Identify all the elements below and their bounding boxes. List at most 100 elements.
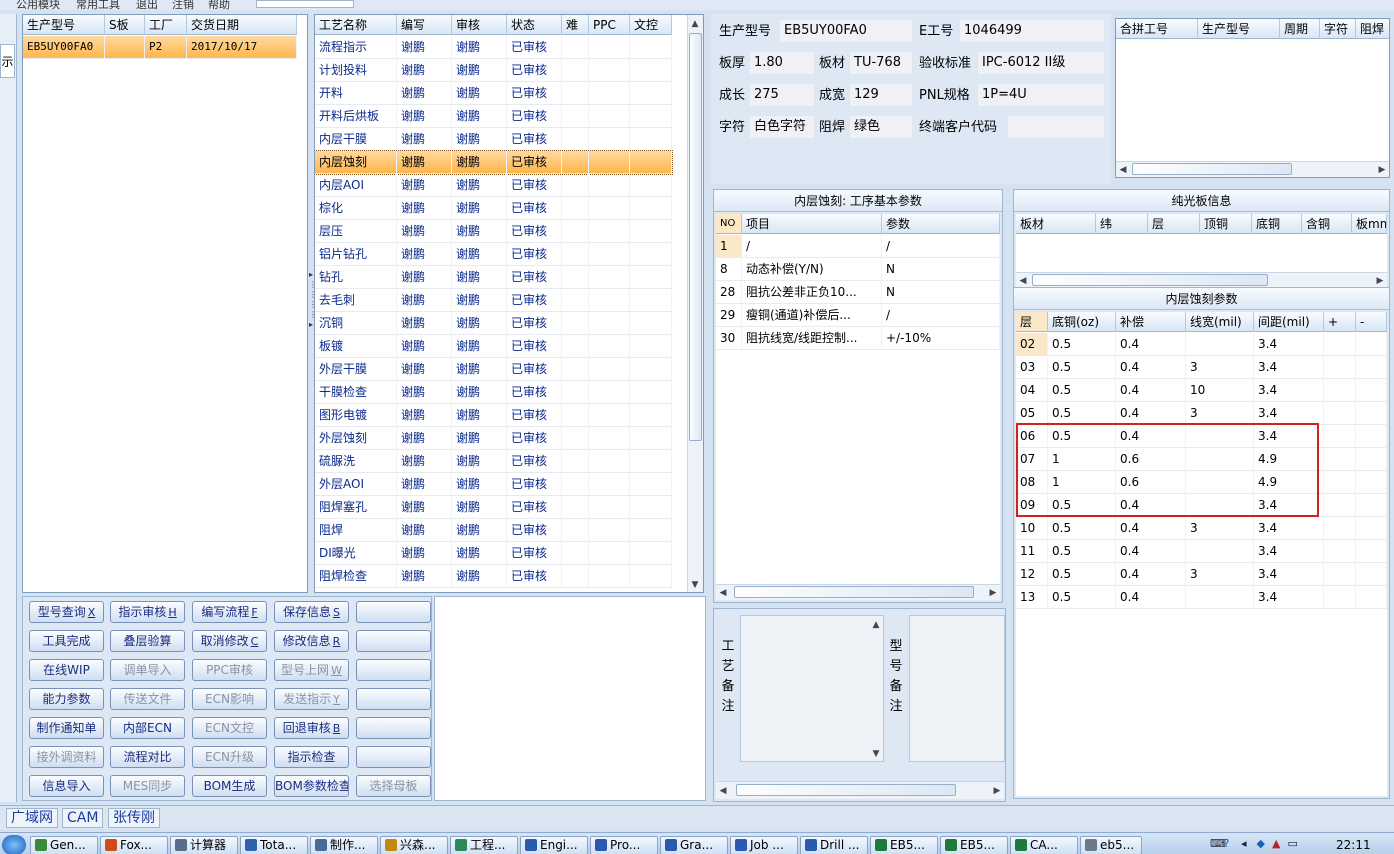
order-col-header[interactable]: 交货日期 [187,15,297,35]
action-button[interactable]: MES同步 [110,775,185,797]
params-row[interactable]: 28 阻抗公差非正负10... N [716,281,1000,304]
action-button[interactable]: 内部ECN [110,717,185,739]
action-button[interactable]: 修改信息 R [274,630,349,652]
taskbar-task[interactable]: 兴森... [380,836,448,854]
params-col-header[interactable]: 项目 [742,214,882,234]
scroll-down-arrow[interactable]: ▼ [688,578,702,592]
params-row[interactable]: 29 瘦铜(通道)补偿后... / [716,304,1000,327]
scroll-left-arrow[interactable]: ◀ [716,586,730,600]
taskbar-task[interactable]: Pro... [590,836,658,854]
scroll-right-arrow[interactable]: ▶ [1375,163,1389,177]
display-icon[interactable]: ▭ [1288,837,1300,850]
process-remark-field[interactable]: ▲ ▼ [740,615,884,762]
action-button[interactable]: 指示检查 [274,746,349,768]
params-row[interactable]: 8 动态补偿(Y/N) N [716,258,1000,281]
volume-icon[interactable]: ◂ [1241,837,1253,850]
process-col-header[interactable]: 文控 [630,15,672,35]
params-row[interactable]: 30 阻抗线宽/线距控制... +/-10% [716,327,1000,350]
action-button[interactable]: 指示审核 H [110,601,185,623]
process-row[interactable]: 图形电镀 谢鹏 谢鹏 已审核 [315,404,672,427]
action-button[interactable]: 编写流程 F [192,601,267,623]
action-button[interactable] [356,601,431,623]
action-button[interactable] [356,688,431,710]
etch-row[interactable]: 13 0.5 0.4 3.4 [1016,586,1387,609]
etch-col-header[interactable]: 间距(mil) [1254,312,1324,332]
standard-field[interactable]: IPC-6012 II级 [977,51,1105,75]
taskbar-task[interactable]: Tota... [240,836,308,854]
process-row[interactable]: 板镀 谢鹏 谢鹏 已审核 [315,335,672,358]
params-col-header[interactable]: 参数 [882,214,1000,234]
menu-item-exit[interactable]: 退出 [136,0,158,10]
process-col-header[interactable]: 状态 [507,15,562,35]
warning-icon[interactable]: ▲ [1272,837,1284,850]
process-col-header[interactable]: PPC [589,15,630,35]
order-col-header[interactable]: 生产型号 [23,15,105,35]
etch-col-header[interactable]: - [1356,312,1387,332]
taskbar-task[interactable]: 计算器 [170,836,238,854]
process-row[interactable]: 硫脲洗 谢鹏 谢鹏 已审核 [315,450,672,473]
scroll-down-arrow[interactable]: ▼ [869,747,883,761]
char-field[interactable]: 白色字符 [749,115,815,139]
scroll-left-arrow[interactable]: ◀ [1116,163,1130,177]
etch-row[interactable]: 04 0.5 0.4 10 3.4 [1016,379,1387,402]
status-tab-network[interactable]: 广域网 [6,808,58,828]
etch-col-header[interactable]: 补偿 [1116,312,1186,332]
process-row[interactable]: 阻焊检查 谢鹏 谢鹏 已审核 [315,565,672,588]
etch-col-header[interactable]: 层 [1016,312,1048,332]
menu-item-help[interactable]: 帮助 [208,0,230,10]
process-row[interactable]: DI曝光 谢鹏 谢鹏 已审核 [315,542,672,565]
combine-col-header[interactable]: 阻焊 [1356,19,1389,39]
scroll-left-arrow[interactable]: ◀ [1016,274,1030,288]
action-button[interactable]: PPC审核 [192,659,267,681]
eno-field[interactable]: 1046499 [959,19,1105,43]
etch-row[interactable]: 05 0.5 0.4 3 3.4 [1016,402,1387,425]
process-row[interactable]: 铝片钻孔 谢鹏 谢鹏 已审核 [315,243,672,266]
process-col-header[interactable]: 工艺名称 [315,15,397,35]
taskbar-task[interactable]: Gra... [660,836,728,854]
thickness-field[interactable]: 1.80 [749,51,815,75]
help-icon[interactable]: ? [1224,837,1238,850]
taskbar-task[interactable]: EB5... [940,836,1008,854]
process-row[interactable]: 内层AOI 谢鹏 谢鹏 已审核 [315,174,672,197]
process-vscroll[interactable]: ▲ ▼ [687,15,703,592]
status-tab-cam[interactable]: CAM [62,808,104,828]
process-row[interactable]: 外层AOI 谢鹏 谢鹏 已审核 [315,473,672,496]
action-button[interactable] [356,659,431,681]
action-button[interactable]: BOM生成 [192,775,267,797]
taskbar-task[interactable]: 制作... [310,836,378,854]
model-remark-field[interactable] [909,615,1005,762]
remarks-hscroll-thumb[interactable] [736,784,956,796]
action-button[interactable]: 流程对比 [110,746,185,768]
bare-hscroll-thumb[interactable] [1032,274,1268,286]
process-row[interactable]: 棕化 谢鹏 谢鹏 已审核 [315,197,672,220]
action-button[interactable]: 调单导入 [110,659,185,681]
menu-search-box[interactable] [256,0,354,8]
taskbar-task[interactable]: Drill ... [800,836,868,854]
etch-col-header[interactable]: 底铜(oz) [1048,312,1116,332]
status-tab-user[interactable]: 张传刚 [108,808,160,828]
combine-col-header[interactable]: 生产型号 [1198,19,1280,39]
remarks-hscroll[interactable]: ◀ ▶ [716,781,1004,799]
process-row[interactable]: 干膜检查 谢鹏 谢鹏 已审核 [315,381,672,404]
process-vscroll-thumb[interactable] [689,33,702,441]
taskbar-task[interactable]: Engi... [520,836,588,854]
scroll-right-arrow[interactable]: ▶ [1373,274,1387,288]
params-col-header[interactable]: NO [716,214,742,234]
menu-item-logout[interactable]: 注销 [172,0,194,10]
action-button[interactable]: 制作通知单 [29,717,104,739]
process-row[interactable]: 开料后烘板 谢鹏 谢鹏 已审核 [315,105,672,128]
taskbar-task[interactable]: Job ... [730,836,798,854]
taskbar-task[interactable]: 工程... [450,836,518,854]
process-row[interactable]: 外层蚀刻 谢鹏 谢鹏 已审核 [315,427,672,450]
action-button[interactable]: BOM参数检查 [274,775,349,797]
params-hscroll[interactable]: ◀ ▶ [716,584,1000,600]
bare-col-header[interactable]: 底铜 [1252,214,1302,234]
scroll-up-arrow[interactable]: ▲ [688,17,702,31]
splitter-handle[interactable]: ▸ ⋮ ⋮ ⋮ ⋮ ▸ [308,270,317,340]
etch-col-header[interactable]: + [1324,312,1356,332]
params-row[interactable]: 1// [716,235,1000,258]
bare-col-header[interactable]: 顶铜 [1200,214,1252,234]
action-button[interactable]: 工具完成 [29,630,104,652]
process-row[interactable]: 去毛刺 谢鹏 谢鹏 已审核 [315,289,672,312]
process-col-header[interactable]: 编写 [397,15,452,35]
